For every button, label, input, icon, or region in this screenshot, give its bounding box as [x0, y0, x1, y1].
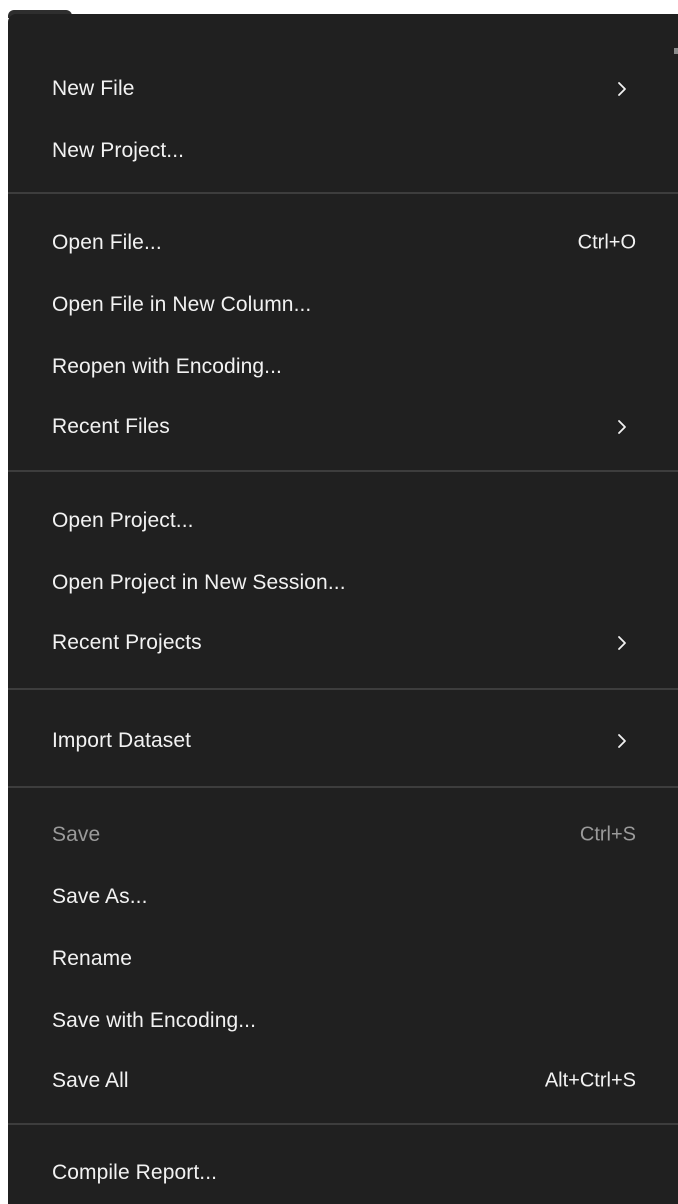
- menu-separator: [8, 470, 678, 472]
- menu-item-save-as[interactable]: Save As...: [8, 866, 678, 928]
- chevron-right-icon: [618, 636, 626, 650]
- menu-item-new-project[interactable]: New Project...: [8, 120, 678, 182]
- menu-item-open-file[interactable]: Open File... Ctrl+O: [8, 212, 678, 274]
- menu-item-label: New Project...: [52, 139, 185, 162]
- menu-item-label: Save All: [52, 1069, 129, 1092]
- menu-separator: [8, 786, 678, 788]
- menu-separator: [8, 688, 678, 690]
- scroll-indicator: [674, 48, 678, 54]
- menu-item-shortcut: Ctrl+O: [577, 231, 636, 254]
- file-menu: New File New Project... Open File... Ctr…: [8, 14, 678, 1204]
- chevron-right-icon: [618, 734, 626, 748]
- menu-item-label: Rename: [52, 947, 132, 970]
- menu-item-label: Open File...: [52, 231, 162, 254]
- menu-item-rename[interactable]: Rename: [8, 928, 678, 990]
- menu-item-new-file[interactable]: New File: [8, 58, 678, 120]
- menu-item-recent-files[interactable]: Recent Files: [8, 396, 678, 458]
- menu-item-save-with-encoding[interactable]: Save with Encoding...: [8, 990, 678, 1052]
- menu-item-label: Recent Projects: [52, 631, 202, 654]
- menu-item-label: Reopen with Encoding...: [52, 355, 282, 378]
- menu-item-label: Compile Report...: [52, 1161, 218, 1184]
- menu-item-label: Save As...: [52, 885, 148, 908]
- menu-item-label: Import Dataset: [52, 729, 192, 752]
- menu-item-label: Open File in New Column...: [52, 293, 312, 316]
- menu-separator: [8, 192, 678, 194]
- menu-item-shortcut: Alt+Ctrl+S: [544, 1069, 636, 1092]
- menu-item-label: Save: [52, 823, 101, 846]
- menu-item-label: Open Project...: [52, 509, 194, 532]
- menu-item-open-project[interactable]: Open Project...: [8, 490, 678, 552]
- menu-item-label: New File: [52, 77, 135, 100]
- menu-item-save: Save Ctrl+S: [8, 804, 678, 866]
- menu-item-recent-projects[interactable]: Recent Projects: [8, 612, 678, 674]
- menu-item-save-all[interactable]: Save All Alt+Ctrl+S: [8, 1050, 678, 1112]
- menu-item-label: Recent Files: [52, 415, 170, 438]
- menu-separator: [8, 1123, 678, 1125]
- menu-item-compile-report[interactable]: Compile Report...: [8, 1142, 678, 1204]
- menu-item-reopen-with-encoding[interactable]: Reopen with Encoding...: [8, 336, 678, 398]
- menu-item-open-file-new-column[interactable]: Open File in New Column...: [8, 274, 678, 336]
- menu-item-import-dataset[interactable]: Import Dataset: [8, 710, 678, 772]
- chevron-right-icon: [618, 420, 626, 434]
- menu-item-shortcut: Ctrl+S: [579, 823, 636, 846]
- menu-item-label: Save with Encoding...: [52, 1009, 257, 1032]
- menu-item-open-project-new-session[interactable]: Open Project in New Session...: [8, 552, 678, 614]
- menu-item-label: Open Project in New Session...: [52, 571, 346, 594]
- chevron-right-icon: [618, 82, 626, 96]
